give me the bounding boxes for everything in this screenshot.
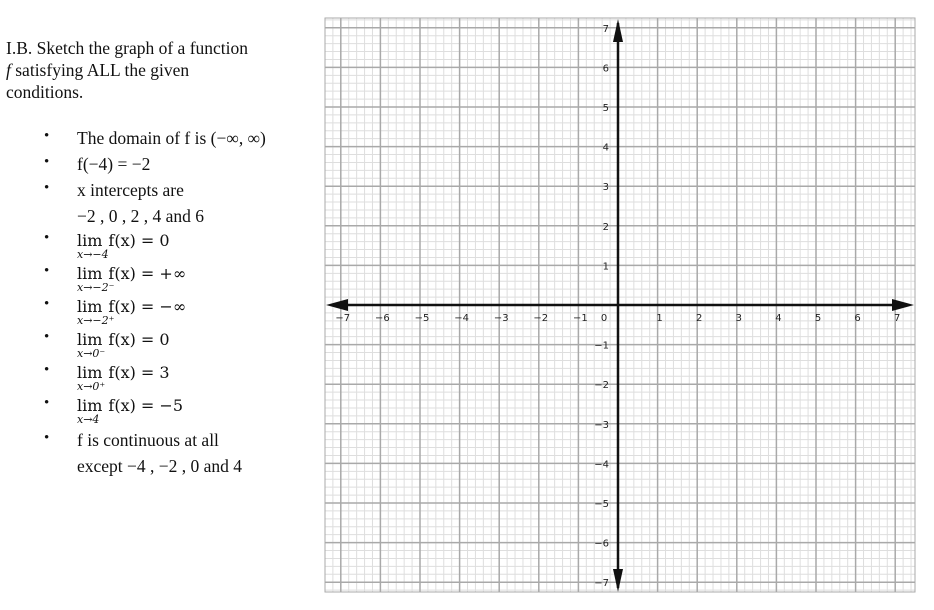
x-tick-label: −4: [454, 313, 469, 324]
y-tick-label: −1: [594, 341, 609, 352]
x-tick-label: 3: [736, 313, 742, 324]
x-tick-label: 2: [696, 313, 702, 324]
y-tick-label: 4: [603, 143, 609, 154]
y-tick-label: 1: [603, 261, 609, 272]
x-tick-label: −5: [415, 313, 430, 324]
x-tick-label: 0: [601, 313, 607, 324]
x-tick-label: −6: [375, 313, 390, 324]
y-tick-label: −5: [594, 499, 609, 510]
y-tick-label: −6: [594, 539, 609, 550]
x-tick-label: −3: [494, 313, 509, 324]
x-tick-label: −1: [573, 313, 588, 324]
y-tick-label: 5: [603, 103, 609, 114]
y-tick-label: −3: [594, 420, 609, 431]
y-tick-label: −4: [594, 459, 609, 470]
y-axis-up-arrow-icon: [613, 19, 623, 42]
y-tick-label: 6: [603, 63, 609, 74]
x-tick-label: 1: [656, 313, 662, 324]
x-tick-label: 7: [894, 313, 900, 324]
y-tick-label: −2: [594, 380, 609, 391]
y-tick-label: 3: [603, 182, 609, 193]
x-tick-label: −2: [533, 313, 548, 324]
y-tick-label: 7: [603, 24, 609, 35]
x-tick-label: −7: [335, 313, 350, 324]
x-tick-label: 5: [815, 313, 821, 324]
x-tick-label: 4: [775, 313, 781, 324]
x-axis-left-arrow-icon: [326, 299, 348, 311]
coordinate-grid: −7 −6 −5 −4 −3 −2 −1 0 1 2 3 4 5 6 7 7 6 5 4 3 2 1 −1 −2 −3 −4 −5 −…: [324, 17, 916, 593]
x-tick-label: 6: [854, 313, 860, 324]
y-tick-label: 2: [603, 222, 609, 233]
y-tick-label: −7: [594, 578, 609, 589]
y-axis-down-arrow-icon: [613, 569, 623, 592]
